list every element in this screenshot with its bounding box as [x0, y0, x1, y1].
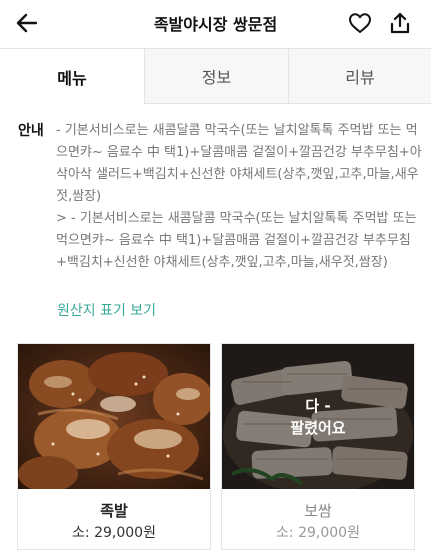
menu-item-price: 소: 29,000원 [276, 525, 360, 541]
share-icon [390, 12, 410, 34]
menu-item-name: 보쌈 [304, 502, 332, 520]
notice-line: - 기본서비스로는 새콤달콤 막국수(또는 날치알톡톡 주먹밥 또는 먹으면캬~… [56, 123, 422, 204]
origin-info-link[interactable]: 원산지 표기 보기 [57, 300, 156, 320]
notice-line: > - 기본서비스로는 새콤달콤 막국수(또는 날치알톡톡 주먹밥 또는 먹으면… [56, 211, 417, 270]
menu-item-photo: 다 - 팔렸어요 [222, 344, 414, 489]
menu-item-name: 족발 [100, 502, 128, 520]
notice-body: - 기본서비스로는 새콤달콤 막국수(또는 날치알톡톡 주먹밥 또는 먹으면캬~… [56, 120, 428, 274]
heart-icon [349, 13, 371, 33]
share-button[interactable] [386, 8, 414, 38]
favorite-button[interactable] [345, 8, 375, 38]
sold-out-overlay: 다 - 팔렸어요 [222, 344, 414, 489]
tab-bar: 메뉴 정보 리뷰 [0, 48, 431, 104]
notice-label: 안내 [18, 123, 44, 139]
menu-item-card[interactable]: 다 - 팔렸어요 보쌈 소: 29,000원 [221, 343, 415, 550]
top-bar: 족발야시장 쌍문점 [0, 0, 431, 46]
tab-reviews[interactable]: 리뷰 [288, 49, 431, 104]
menu-item-price: 소: 29,000원 [72, 525, 156, 541]
sold-out-text: 다 - [305, 396, 331, 415]
menu-item-photo [18, 344, 210, 489]
tab-info[interactable]: 정보 [144, 49, 288, 104]
menu-item-card[interactable]: 족발 소: 29,000원 [17, 343, 211, 550]
tab-menu[interactable]: 메뉴 [0, 49, 144, 104]
sold-out-text: 팔렸어요 [290, 418, 346, 437]
